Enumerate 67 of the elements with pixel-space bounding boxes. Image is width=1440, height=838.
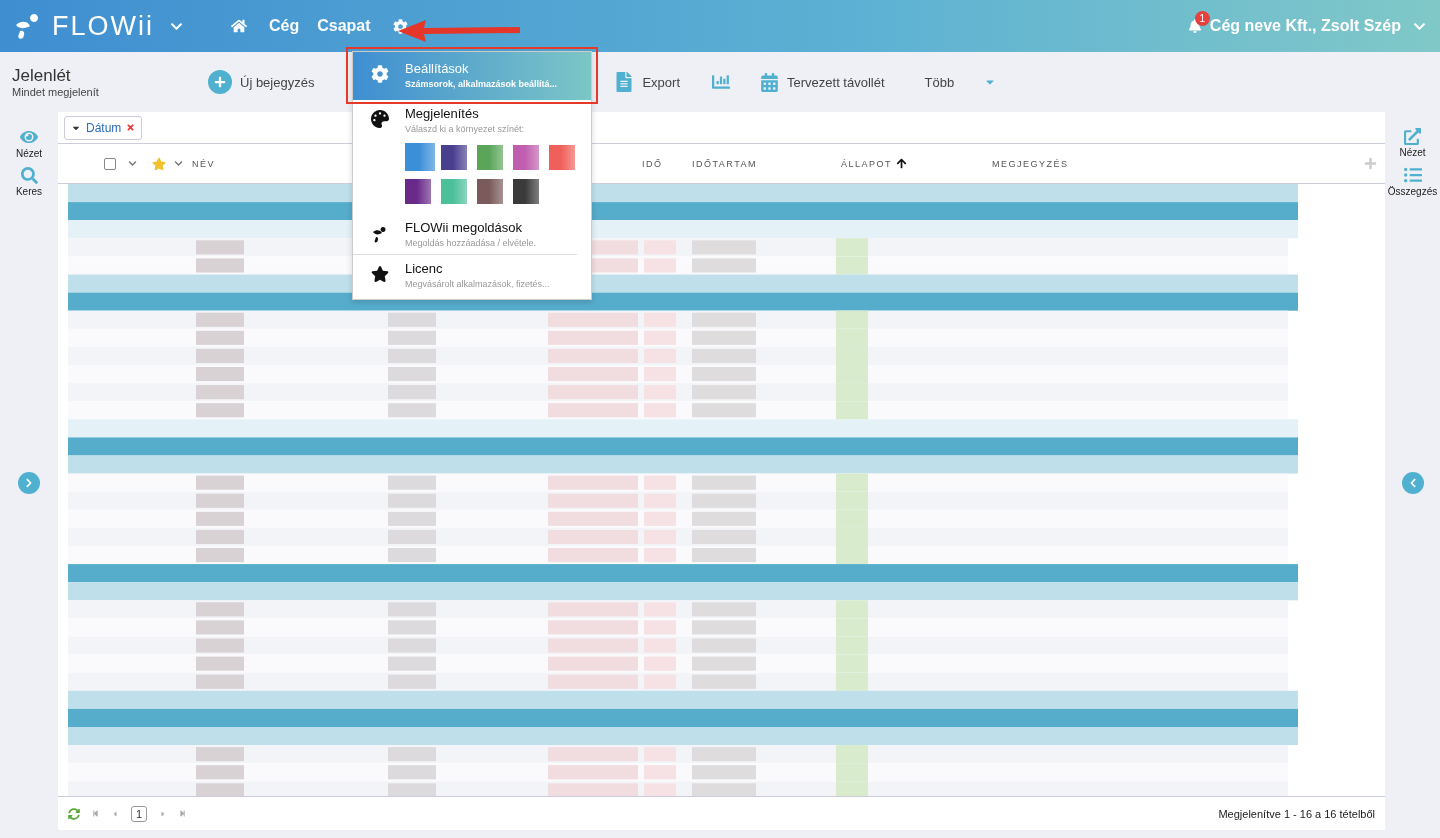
chevron-down-icon[interactable]: [128, 159, 137, 168]
menu-item[interactable]: Megjelenítés Válaszd ki a környezet színét:: [353, 100, 591, 214]
page-subtitle: Mindet megjelenít: [12, 86, 100, 98]
page-number[interactable]: 1: [131, 805, 148, 822]
view-button[interactable]: Nézet: [15, 128, 43, 159]
calendar-button[interactable]: Tervezett távollét: [760, 72, 885, 92]
color-swatch[interactable]: [405, 143, 435, 171]
bar-chart-icon: [712, 73, 730, 91]
menu-item[interactable]: Licenc Megvásárolt alkalmazások, fizetés...: [353, 255, 591, 295]
view-button[interactable]: Keres: [15, 167, 43, 197]
page-title: Jelenlét: [12, 66, 72, 86]
star-icon[interactable]: [152, 156, 166, 171]
home-icon: [231, 18, 247, 34]
side-button[interactable]: Nézet: [1399, 128, 1426, 158]
chart-button[interactable]: [712, 73, 730, 91]
menu-item-title: Licenc: [405, 261, 444, 276]
document-icon: [614, 72, 635, 92]
add-button[interactable]: Új bejegyzés: [208, 70, 315, 94]
color-swatch[interactable]: [441, 144, 467, 170]
side-button[interactable]: Összegzés: [1387, 166, 1438, 197]
menu-item-subtitle: Megoldás hozzáadása / elvétele.: [405, 238, 537, 248]
column-header[interactable]: IDŐ: [642, 158, 663, 169]
menu-item-subtitle: Megvásárolt alkalmazások, fizetés...: [405, 279, 550, 289]
color-swatch[interactable]: [405, 179, 431, 204]
droplets-icon: [371, 224, 389, 244]
color-swatch[interactable]: [441, 179, 467, 204]
calendar-icon: [760, 72, 779, 92]
palette-icon: [371, 110, 389, 128]
collapse-button[interactable]: [1401, 472, 1424, 494]
eye-icon: [20, 128, 38, 146]
column-header[interactable]: NÉV: [192, 158, 215, 169]
previous-page-icon[interactable]: [111, 809, 119, 818]
menu-item-title: Megjelenítés: [405, 106, 480, 121]
color-swatch[interactable]: [477, 144, 503, 170]
color-swatch[interactable]: [513, 144, 539, 170]
star-icon: [371, 265, 389, 283]
more-button[interactable]: Több: [924, 74, 997, 90]
close-icon[interactable]: [126, 123, 136, 132]
menu-item-title: Beállítások: [405, 61, 470, 76]
export-button[interactable]: Export: [614, 72, 680, 92]
color-swatch[interactable]: [549, 144, 575, 170]
refresh-icon[interactable]: [68, 807, 80, 820]
menu-item-subtitle: Válaszd ki a környezet színét:: [405, 124, 526, 134]
list-icon: [1403, 166, 1422, 184]
checkbox[interactable]: [104, 157, 116, 170]
status-text: Megjelenítve 1 - 16 a 16 tételből: [1218, 807, 1375, 820]
column-header[interactable]: IDŐTARTAM: [692, 158, 757, 169]
column-header[interactable]: MEGJEGYZÉS: [992, 158, 1069, 169]
home-button[interactable]: [231, 18, 247, 34]
external-link-icon: [1404, 128, 1421, 145]
menu-item-title: FLOWii megoldások: [405, 220, 524, 235]
column-header[interactable]: ÁLLAPOT: [841, 158, 893, 169]
settings-icon: [371, 65, 389, 83]
filter-chip[interactable]: Dátum: [64, 115, 143, 140]
menu-item[interactable]: FLOWii megoldások Megoldás hozzáadása / elvétele.: [353, 214, 577, 255]
menu-item-subtitle: Számsorok, alkalmazások beállítá...: [405, 79, 558, 89]
chevron-right-icon: [24, 478, 34, 488]
expand-button[interactable]: [18, 472, 40, 494]
add-column-icon[interactable]: [1364, 157, 1377, 170]
color-swatch[interactable]: [513, 179, 539, 204]
first-page-icon[interactable]: [92, 810, 99, 817]
sort-arrow-icon[interactable]: [896, 158, 908, 169]
color-swatch[interactable]: [477, 179, 503, 204]
plus-icon: [208, 70, 232, 94]
last-page-icon[interactable]: [179, 810, 187, 817]
search-icon: [20, 167, 38, 184]
chevron-down-icon[interactable]: [174, 159, 183, 168]
